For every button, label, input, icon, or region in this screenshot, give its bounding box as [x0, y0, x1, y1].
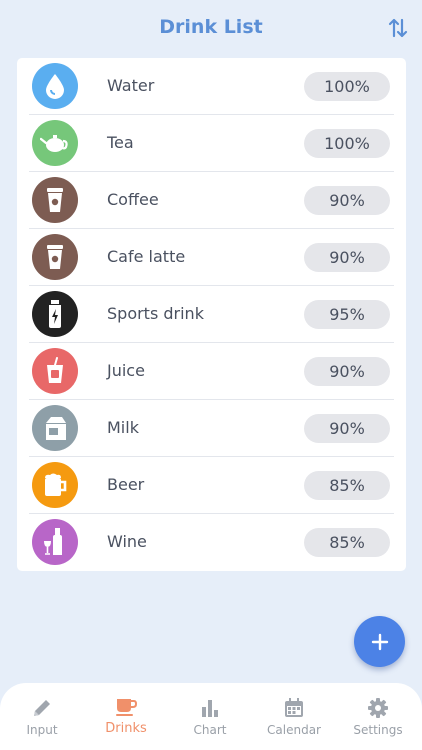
- tab-label: Input: [26, 723, 58, 737]
- drink-name: Cafe latte: [107, 247, 186, 266]
- drink-percentage: 85%: [304, 528, 390, 557]
- bar-chart-icon: [198, 696, 222, 720]
- drink-row-coffee[interactable]: Coffee 90%: [17, 172, 406, 229]
- drink-percentage: 85%: [304, 471, 390, 500]
- drink-name: Milk: [107, 418, 139, 437]
- tab-label: Settings: [353, 723, 403, 737]
- latte-cup-icon: [32, 234, 78, 280]
- drink-row-milk[interactable]: Milk 90%: [17, 400, 406, 457]
- water-drop-icon: [32, 63, 78, 109]
- drink-row-beer[interactable]: Beer 85%: [17, 457, 406, 514]
- header: Drink List: [0, 0, 422, 58]
- add-drink-button[interactable]: [354, 616, 405, 667]
- drink-row-tea[interactable]: Tea 100%: [17, 115, 406, 172]
- juice-glass-icon: [32, 348, 78, 394]
- tab-settings[interactable]: Settings: [336, 683, 420, 750]
- drink-percentage: 100%: [304, 129, 390, 158]
- cup-icon: [114, 694, 138, 718]
- drink-name: Coffee: [107, 190, 159, 209]
- drink-percentage: 90%: [304, 357, 390, 386]
- teapot-icon: [32, 120, 78, 166]
- tab-drinks[interactable]: Drinks: [84, 683, 168, 750]
- beer-mug-icon: [32, 462, 78, 508]
- milk-carton-icon: [32, 405, 78, 451]
- tab-label: Chart: [193, 723, 227, 737]
- drink-name: Tea: [107, 133, 134, 152]
- page-title: Drink List: [159, 16, 263, 38]
- drink-row-wine[interactable]: Wine 85%: [17, 514, 406, 571]
- tab-calendar[interactable]: Calendar: [252, 683, 336, 750]
- drink-row-water[interactable]: Water 100%: [17, 58, 406, 115]
- drink-percentage: 90%: [304, 243, 390, 272]
- drink-percentage: 100%: [304, 72, 390, 101]
- drink-percentage: 95%: [304, 300, 390, 329]
- drink-row-cafe-latte[interactable]: Cafe latte 90%: [17, 229, 406, 286]
- drink-name: Sports drink: [107, 304, 204, 323]
- sports-bottle-icon: [32, 291, 78, 337]
- drink-row-juice[interactable]: Juice 90%: [17, 343, 406, 400]
- tab-input[interactable]: Input: [0, 683, 84, 750]
- coffee-cup-icon: [32, 177, 78, 223]
- drink-list: Water 100% Tea 100% Coffee 90% Cafe latt…: [17, 58, 406, 571]
- sort-button[interactable]: [388, 16, 408, 40]
- pencil-icon: [30, 696, 54, 720]
- wine-bottle-icon: [32, 519, 78, 565]
- calendar-icon: [282, 696, 306, 720]
- bottom-tab-bar: Input Drinks Chart Calendar Settings: [0, 683, 422, 750]
- drink-name: Wine: [107, 532, 147, 551]
- tab-label: Calendar: [267, 723, 321, 737]
- tab-label: Drinks: [105, 721, 147, 736]
- drink-name: Water: [107, 76, 155, 95]
- gear-icon: [366, 696, 390, 720]
- drink-name: Juice: [107, 361, 145, 380]
- drink-name: Beer: [107, 475, 145, 494]
- drink-row-sports-drink[interactable]: Sports drink 95%: [17, 286, 406, 343]
- drink-percentage: 90%: [304, 414, 390, 443]
- tab-chart[interactable]: Chart: [168, 683, 252, 750]
- drink-percentage: 90%: [304, 186, 390, 215]
- sort-arrows-icon: [388, 18, 408, 38]
- plus-icon: [371, 633, 388, 650]
